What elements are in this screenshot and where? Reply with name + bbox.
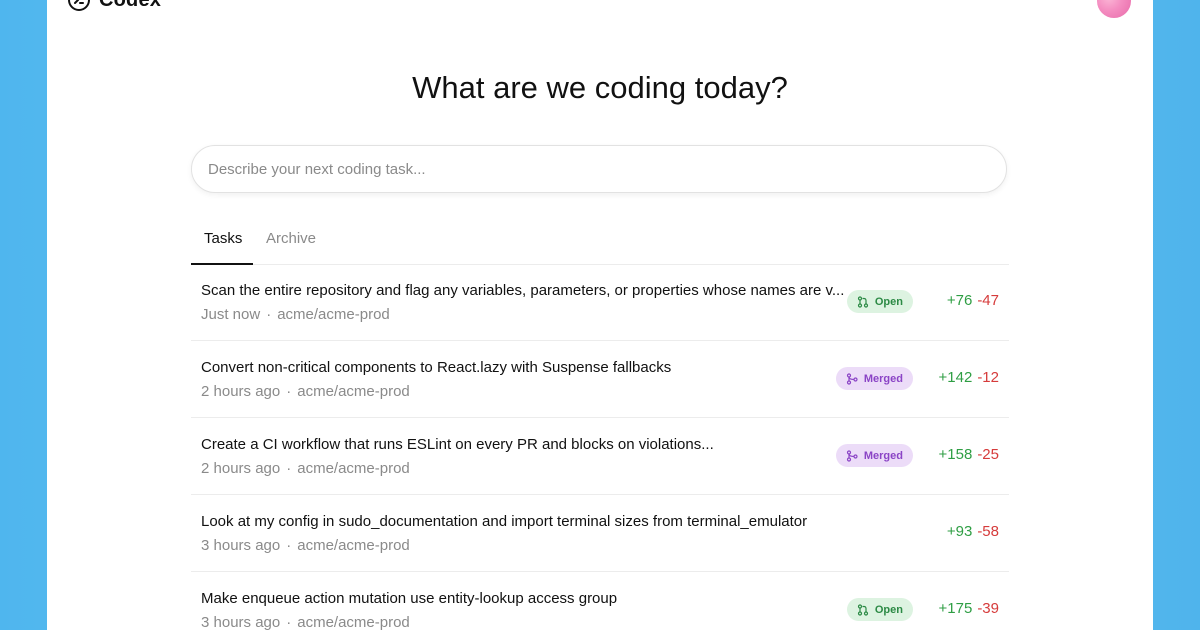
- status-label: Open: [874, 603, 903, 616]
- pull-request-icon: [857, 603, 868, 616]
- task-title: Look at my config in sudo_documentation …: [201, 513, 808, 530]
- status-badge[interactable]: Open: [846, 598, 913, 621]
- task-repo: acme/acme-prod: [297, 537, 410, 554]
- diff-stats: +142 -12: [939, 369, 999, 386]
- deletions-count: -39: [977, 600, 999, 617]
- task-title: Create a CI workflow that runs ESLint on…: [201, 436, 714, 453]
- task-meta: 2 hours ago · acme/acme-prod: [201, 383, 410, 400]
- codex-logo-icon: [68, 0, 90, 11]
- merge-icon: [846, 449, 858, 462]
- status-badge[interactable]: Merged: [835, 367, 913, 390]
- task-meta: 3 hours ago · acme/acme-prod: [201, 537, 410, 554]
- app-window: Codex What are we coding today? Tasks Ar…: [47, 0, 1153, 630]
- brand[interactable]: Codex: [67, 0, 161, 12]
- additions-count: +76: [946, 292, 973, 309]
- diff-stats: +93 -58: [947, 523, 999, 540]
- task-time: 2 hours ago: [201, 383, 281, 400]
- tab-tasks[interactable]: Tasks: [204, 230, 242, 247]
- separator-dot: ·: [286, 537, 292, 554]
- avatar[interactable]: [1097, 0, 1131, 18]
- task-title: Scan the entire repository and flag any …: [201, 282, 845, 299]
- additions-count: +175: [938, 600, 973, 617]
- task-row[interactable]: Make enqueue action mutation use entity-…: [191, 572, 1009, 630]
- task-repo: acme/acme-prod: [297, 614, 410, 630]
- task-time: 3 hours ago: [201, 537, 281, 554]
- additions-count: +93: [946, 523, 973, 540]
- task-meta: 2 hours ago · acme/acme-prod: [201, 460, 410, 477]
- diff-stats: +76 -47: [947, 292, 999, 309]
- additions-count: +158: [938, 446, 973, 463]
- task-row[interactable]: Scan the entire repository and flag any …: [191, 264, 1009, 341]
- additions-count: +142: [938, 369, 973, 386]
- page-title: What are we coding today?: [412, 70, 788, 105]
- app-name: Codex: [99, 0, 161, 12]
- tab-archive[interactable]: Archive: [266, 230, 316, 247]
- separator-dot: ·: [266, 306, 272, 323]
- task-time: Just now: [201, 306, 261, 323]
- diff-stats: +175 -39: [939, 600, 999, 617]
- diff-stats: +158 -25: [939, 446, 999, 463]
- deletions-count: -25: [977, 446, 999, 463]
- separator-dot: ·: [286, 460, 292, 477]
- task-meta: Just now · acme/acme-prod: [201, 306, 390, 323]
- task-repo: acme/acme-prod: [297, 383, 410, 400]
- task-row[interactable]: Create a CI workflow that runs ESLint on…: [191, 418, 1009, 495]
- task-row[interactable]: Convert non-critical components to React…: [191, 341, 1009, 418]
- status-label: Merged: [863, 449, 903, 462]
- deletions-count: -47: [977, 292, 999, 309]
- status-badge[interactable]: Open: [846, 290, 913, 313]
- task-repo: acme/acme-prod: [277, 306, 390, 323]
- task-meta: 3 hours ago · acme/acme-prod: [201, 614, 410, 630]
- pull-request-icon: [857, 295, 868, 308]
- task-time: 3 hours ago: [201, 614, 281, 630]
- separator-dot: ·: [286, 383, 292, 400]
- task-repo: acme/acme-prod: [297, 460, 410, 477]
- task-list: Scan the entire repository and flag any …: [191, 264, 1009, 630]
- tab-bar: Tasks Archive: [191, 224, 1009, 265]
- separator-dot: ·: [286, 614, 292, 630]
- task-title: Convert non-critical components to React…: [201, 359, 672, 376]
- task-row[interactable]: Look at my config in sudo_documentation …: [191, 495, 1009, 572]
- status-label: Merged: [863, 372, 903, 385]
- deletions-count: -12: [977, 369, 999, 386]
- task-title: Make enqueue action mutation use entity-…: [201, 590, 618, 607]
- task-time: 2 hours ago: [201, 460, 281, 477]
- deletions-count: -58: [977, 523, 999, 540]
- task-input[interactable]: [191, 145, 1007, 193]
- status-badge[interactable]: Merged: [835, 444, 913, 467]
- merge-icon: [846, 372, 858, 385]
- status-label: Open: [874, 295, 903, 308]
